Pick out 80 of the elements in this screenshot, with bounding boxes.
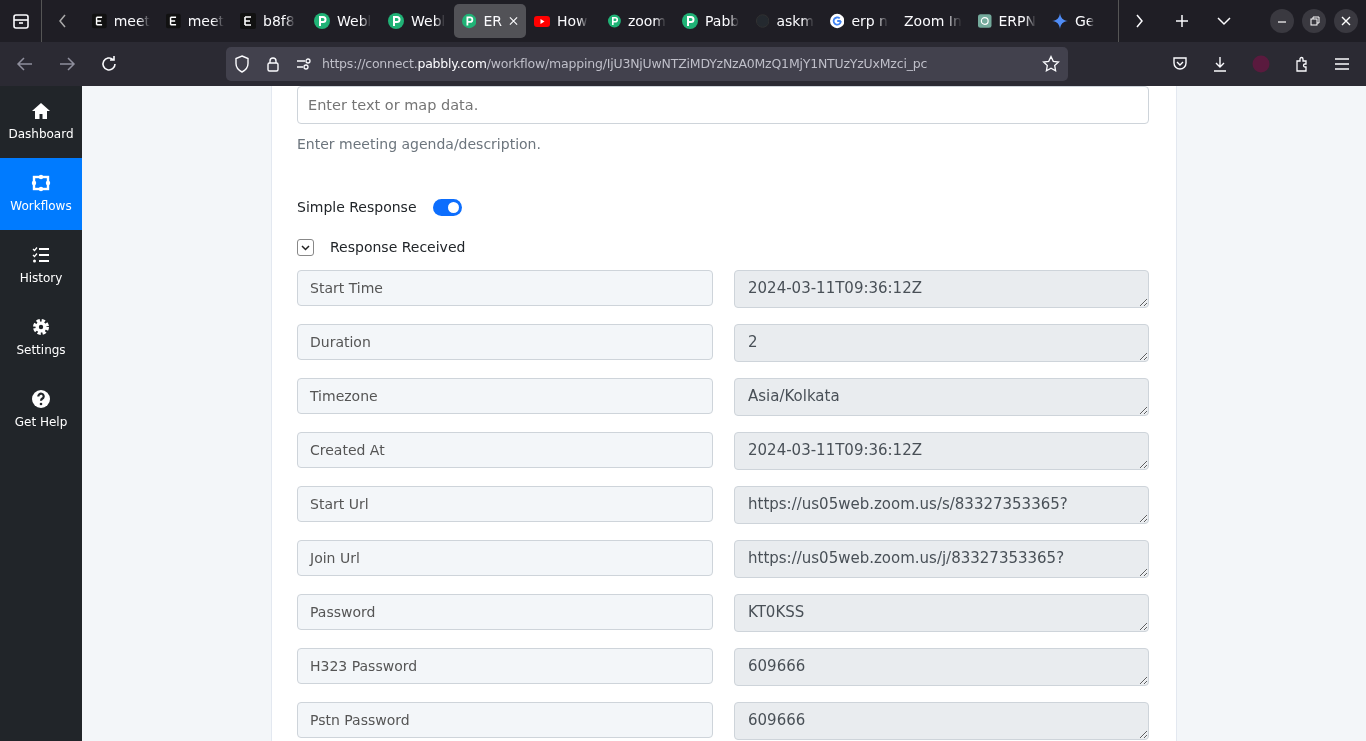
restore-icon[interactable] [1302, 9, 1326, 33]
value-field[interactable]: 2024-03-11T09:36:12Z [734, 432, 1149, 470]
field-label: Pstn Password [297, 702, 713, 738]
back-icon[interactable] [16, 55, 34, 73]
tab-list-icon[interactable] [11, 12, 30, 30]
p-logo-icon [682, 13, 698, 29]
minimize-icon[interactable] [1270, 9, 1294, 33]
browser-tab[interactable]: Zoom In [896, 4, 970, 38]
browser-tab[interactable]: Ge [1044, 4, 1118, 38]
sidebar-item[interactable]: Get Help [0, 374, 82, 446]
close-icon[interactable] [1334, 9, 1358, 33]
menu-icon[interactable] [1334, 57, 1350, 71]
p-logo-icon [608, 13, 621, 29]
sidebar-item[interactable]: Dashboard [0, 86, 82, 158]
new-tab-icon[interactable] [1175, 14, 1189, 28]
field-label: Created At [297, 432, 713, 468]
sparkle-icon [1052, 13, 1068, 29]
browser-tab[interactable]: ERPN [970, 4, 1044, 38]
letter-icon [166, 13, 181, 29]
text-input-field[interactable]: Enter text or map data. [297, 86, 1149, 124]
browser-tab[interactable]: askm [748, 4, 822, 38]
permissions-icon [296, 57, 312, 71]
browser-tab[interactable]: meet [84, 4, 158, 38]
browser-tab[interactable]: erp n [822, 4, 896, 38]
field-label: Join Url [297, 540, 713, 576]
p-logo-icon [462, 13, 477, 29]
url-field[interactable]: https://connect.pabbly.com/workflow/mapping/IjU3NjUwNTZiMDYzNzA0MzQ1MjY1NTUzYzUxMzci_pc [226, 47, 1068, 81]
value-field[interactable]: Asia/Kolkata [734, 378, 1149, 416]
checklist-icon [31, 245, 51, 265]
sidebar-item[interactable]: History [0, 230, 82, 302]
value-field[interactable]: 2024-03-11T09:36:12Z [734, 270, 1149, 308]
extensions-icon[interactable] [1294, 56, 1310, 72]
collapse-toggle[interactable] [297, 239, 314, 256]
download-icon[interactable] [1212, 56, 1228, 72]
field-label: Duration [297, 324, 713, 360]
workflow-icon [31, 173, 51, 193]
field-label: H323 Password [297, 648, 713, 684]
help-icon [31, 389, 51, 409]
pocket-icon[interactable] [1172, 56, 1188, 72]
section-title: Response Received [330, 238, 466, 257]
value-field[interactable]: 609666 [734, 648, 1149, 686]
value-field[interactable]: https://us05web.zoom.us/s/83327353365? [734, 486, 1149, 524]
browser-tab[interactable]: zoom [600, 4, 674, 38]
bookmark-star-icon[interactable] [1042, 55, 1060, 73]
browser-tab[interactable]: meet [158, 4, 232, 38]
sidebar-item[interactable]: Workflows [0, 158, 82, 230]
knot-icon [978, 13, 992, 29]
browser-tab[interactable]: Webl [306, 4, 380, 38]
field-label: Start Time [297, 270, 713, 306]
field-label: Timezone [297, 378, 713, 414]
help-text: Enter meeting agenda/description. [297, 135, 542, 154]
field-label: Password [297, 594, 713, 630]
settings-icon [31, 317, 51, 337]
letter-icon [92, 13, 107, 29]
p-logo-icon [314, 13, 330, 29]
value-field[interactable]: KT0KSS [734, 594, 1149, 632]
dropdown-icon[interactable] [1217, 14, 1231, 28]
chevron-icon [301, 244, 310, 251]
browser-tab[interactable]: Pabb [674, 4, 748, 38]
browser-tab[interactable]: How [526, 4, 600, 38]
g-logo-icon [830, 13, 845, 29]
browser-tab[interactable]: ER [454, 4, 526, 38]
lock-icon [266, 56, 280, 72]
play-icon [534, 13, 550, 29]
browser-tab[interactable]: Webl [380, 4, 454, 38]
value-field[interactable]: 609666 [734, 702, 1149, 740]
home-icon [31, 101, 51, 121]
value-field[interactable]: https://us05web.zoom.us/j/83327353365? [734, 540, 1149, 578]
p-logo-icon [388, 13, 404, 29]
sidebar-item[interactable]: Settings [0, 302, 82, 374]
toggle-switch[interactable] [432, 199, 462, 216]
browser-tab[interactable]: b8f8 [232, 4, 306, 38]
field-label: Start Url [297, 486, 713, 522]
reload-icon[interactable] [100, 55, 118, 73]
shield-icon [234, 55, 250, 73]
toggle-label: Simple Response [297, 198, 417, 217]
letter-icon [240, 13, 256, 29]
chevron-left-icon[interactable] [57, 14, 69, 28]
value-field[interactable]: 2 [734, 324, 1149, 362]
forward-icon[interactable] [58, 55, 76, 73]
